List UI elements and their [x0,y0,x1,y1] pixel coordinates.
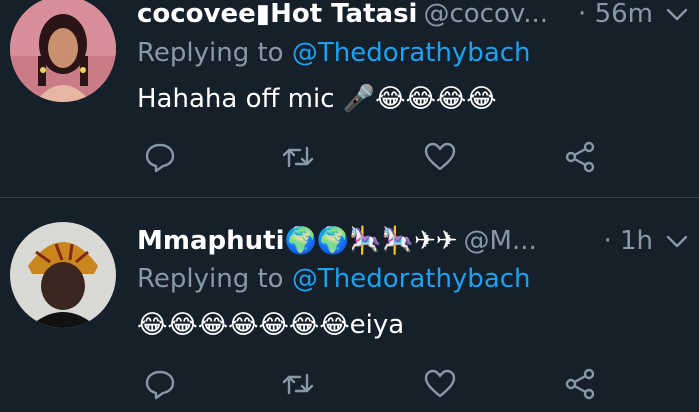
like-icon[interactable] [422,139,458,175]
timestamp[interactable]: · 1h [603,224,653,258]
reply-icon[interactable] [142,366,178,402]
reply-icon[interactable] [142,139,178,175]
tweet-actions [140,366,610,402]
mention-link[interactable]: @Thedorathybach [292,38,531,68]
timestamp[interactable]: · 56m [578,0,653,31]
tweet-text: 😂😂😂😂😂😂😂eiya [137,310,405,340]
tweet-actions [140,139,610,175]
display-name[interactable]: cocovee▮Hot Tatasi [137,0,417,29]
mention-link[interactable]: @Thedorathybach [292,264,531,294]
username[interactable]: @cocov... [423,0,548,29]
tweet[interactable]: Mmaphuti🌍🌍🎠🎠✈✈ @M... · 1h Replying to @Th… [0,198,699,412]
retweet-icon[interactable] [280,366,316,402]
replying-to: Replying to @Thedorathybach [137,38,531,68]
avatar[interactable] [10,222,116,328]
replying-to-label: Replying to [137,38,284,68]
tweet-text: Hahaha off mic 🎤😂😂😂😂 [137,84,497,114]
share-icon[interactable] [562,139,598,175]
replying-to-label: Replying to [137,264,284,294]
chevron-down-icon[interactable] [663,228,691,256]
tweet-header: Mmaphuti🌍🌍🎠🎠✈✈ @M... [137,224,669,258]
retweet-icon[interactable] [280,139,316,175]
tweet[interactable]: cocovee▮Hot Tatasi @cocov... · 56m Replyi… [0,0,699,198]
chevron-down-icon[interactable] [663,1,691,29]
display-name[interactable]: Mmaphuti🌍🌍🎠🎠✈✈ [137,226,458,256]
like-icon[interactable] [422,366,458,402]
username[interactable]: @M... [464,226,537,256]
avatar[interactable] [10,0,116,102]
share-icon[interactable] [562,366,598,402]
replying-to: Replying to @Thedorathybach [137,264,531,294]
